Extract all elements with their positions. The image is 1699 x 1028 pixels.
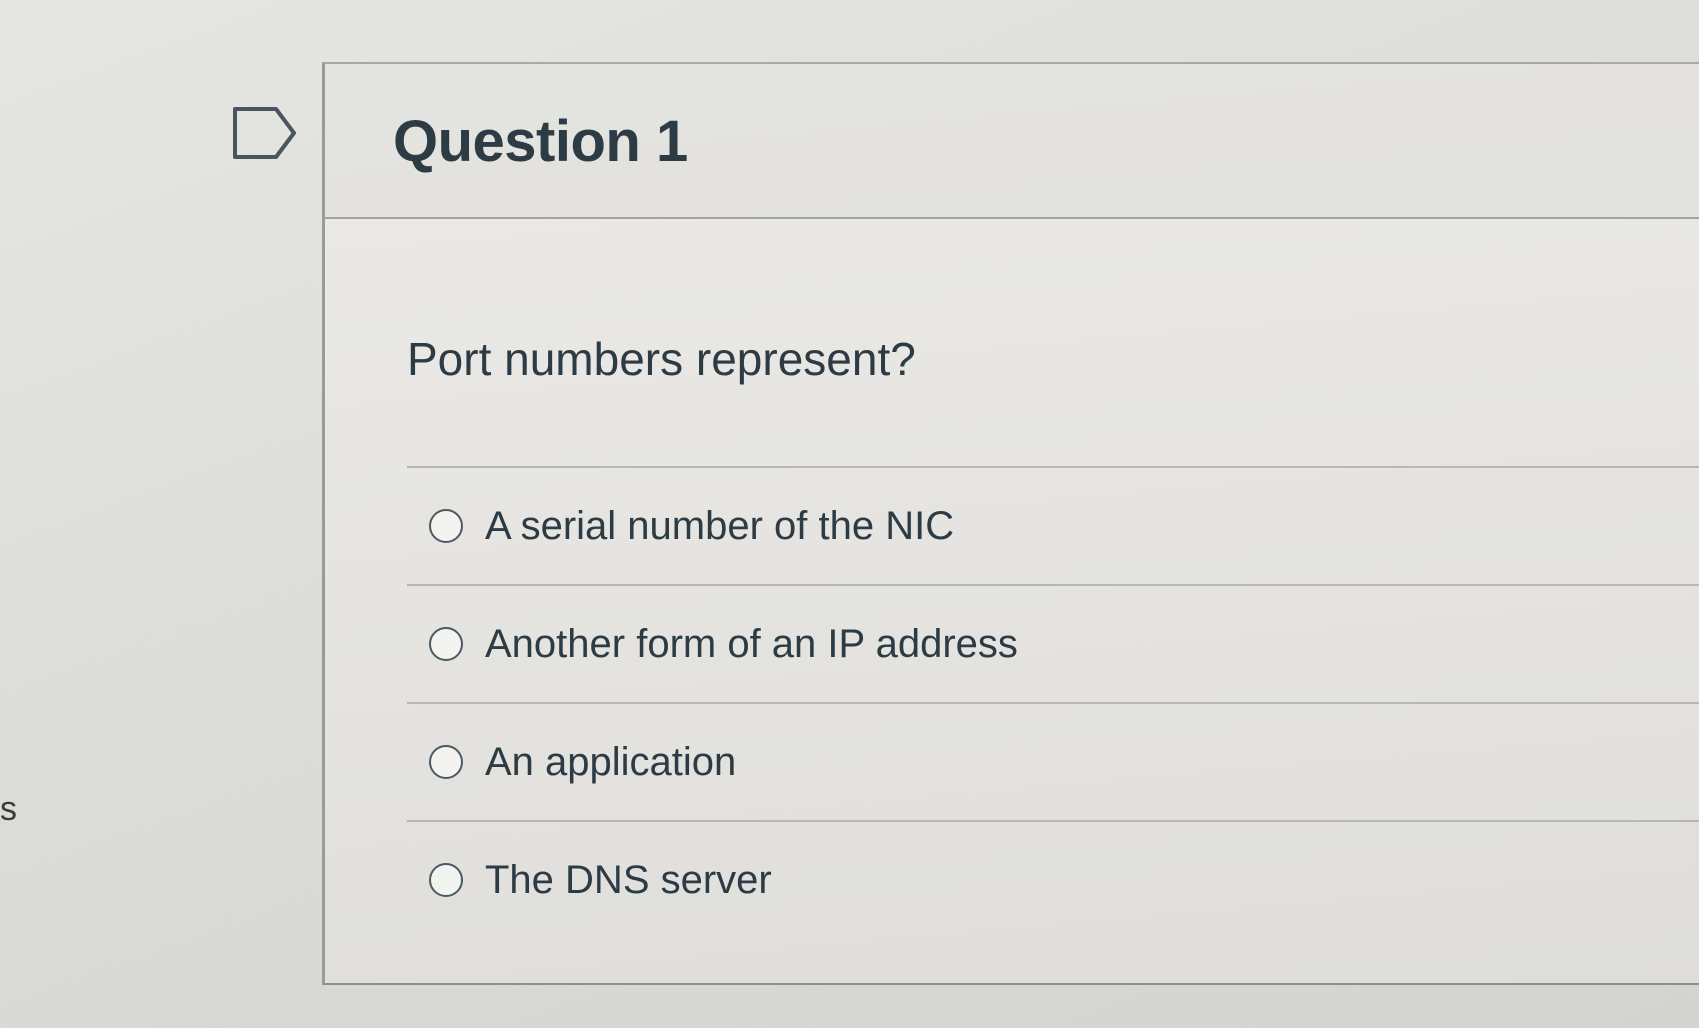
answer-option-dns-server[interactable]: The DNS server bbox=[407, 822, 1699, 938]
answer-option-ip-address[interactable]: Another form of an IP address bbox=[407, 586, 1699, 702]
edge-text-fragment: s bbox=[0, 790, 17, 828]
radio-button[interactable] bbox=[429, 863, 463, 897]
radio-button[interactable] bbox=[429, 627, 463, 661]
answer-option-application[interactable]: An application bbox=[407, 704, 1699, 820]
answer-label: An application bbox=[485, 739, 737, 784]
radio-button[interactable] bbox=[429, 509, 463, 543]
flag-question-icon[interactable] bbox=[232, 106, 298, 160]
answer-option-serial-number[interactable]: A serial number of the NIC bbox=[407, 468, 1699, 584]
answer-label: The DNS server bbox=[485, 857, 772, 902]
question-header: Question 1 bbox=[325, 64, 1699, 219]
radio-button[interactable] bbox=[429, 745, 463, 779]
answer-label: Another form of an IP address bbox=[485, 621, 1018, 666]
question-card: Question 1 Port numbers represent? A ser… bbox=[322, 62, 1699, 985]
question-title: Question 1 bbox=[393, 109, 688, 174]
answer-label: A serial number of the NIC bbox=[485, 503, 955, 548]
question-text: Port numbers represent? bbox=[407, 333, 916, 385]
answer-list: A serial number of the NIC Another form … bbox=[407, 466, 1699, 938]
